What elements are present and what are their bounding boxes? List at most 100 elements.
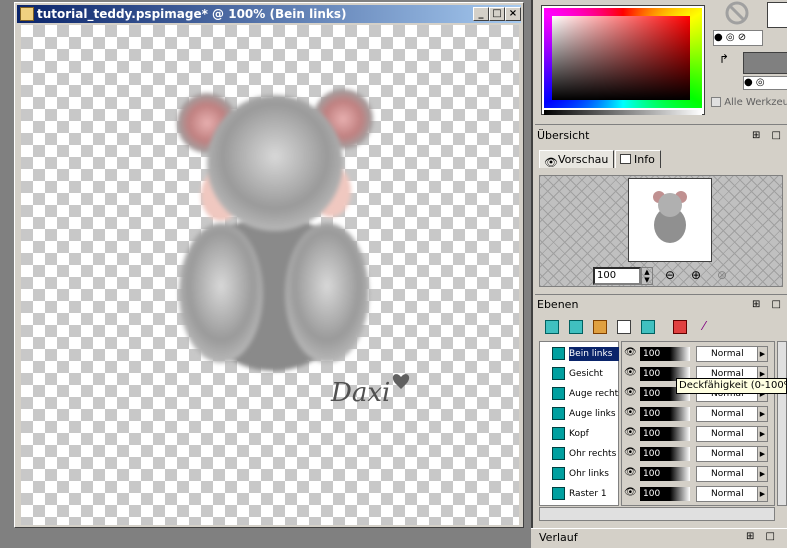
layer-row[interactable]: Kopf [540, 424, 620, 444]
blend-mode-select[interactable]: Normal ▶ [696, 346, 768, 362]
layer-row[interactable]: Gesicht [540, 364, 620, 384]
blend-mode-value: Normal [711, 349, 744, 359]
visibility-eye-icon[interactable]: 👁 [624, 488, 638, 498]
new-raster-layer-icon[interactable] [545, 320, 559, 334]
raster-layer-icon [552, 427, 565, 440]
delete-layer-icon[interactable] [673, 320, 687, 334]
new-group-icon[interactable] [641, 320, 655, 334]
opacity-slider[interactable]: 100 [640, 427, 690, 441]
preview-thumbnail[interactable] [628, 178, 712, 262]
dropdown-arrow-icon[interactable]: ▶ [757, 467, 767, 481]
overview-preview-area[interactable] [539, 175, 783, 287]
blend-mode-select[interactable]: Normal ▶ [696, 486, 768, 502]
dropdown-arrow-icon[interactable]: ▶ [757, 347, 767, 361]
background-swatch[interactable] [743, 52, 787, 74]
all-tools-option[interactable]: Alle Werkzeuge [711, 96, 787, 110]
teddy-artwork: Daxi [177, 89, 410, 408]
layer-row[interactable]: Ohr rechts [540, 444, 620, 464]
edit-selection-icon[interactable]: ⁄ [703, 320, 717, 334]
close-button[interactable]: × [505, 7, 521, 21]
layer-name: Bein links [569, 347, 619, 361]
blend-mode-value: Normal [711, 429, 744, 439]
visibility-eye-icon[interactable]: 👁 [624, 348, 638, 358]
right-leg-shape [285, 223, 369, 363]
minimize-button[interactable]: _ [473, 7, 489, 21]
pan-icon[interactable]: ⊘ [717, 268, 727, 282]
opacity-slider[interactable]: 100 [640, 347, 690, 361]
visibility-eye-icon[interactable]: 👁 [624, 428, 638, 438]
no-color-icon[interactable] [713, 0, 753, 30]
blend-mode-value: Normal [711, 469, 744, 479]
signature-text: Daxi [330, 378, 390, 408]
layer-props-row: 👁 100 Normal ▶ [622, 484, 776, 504]
new-mask-icon[interactable] [617, 320, 631, 334]
color-picker[interactable] [541, 5, 705, 115]
layer-row[interactable]: Ohr links [540, 464, 620, 484]
layer-list[interactable]: Bein links Gesicht Auge rechts Auge link… [539, 341, 619, 506]
new-adjustment-layer-icon[interactable] [593, 320, 607, 334]
layer-row[interactable]: Bein links [540, 344, 620, 364]
dropdown-arrow-icon[interactable]: ▶ [757, 487, 767, 501]
new-vector-layer-icon[interactable] [569, 320, 583, 334]
dropdown-arrow-icon[interactable]: ▶ [757, 407, 767, 421]
overview-title: Übersicht [537, 129, 590, 142]
zoom-spinner[interactable]: ▲ ▼ [641, 267, 653, 285]
foreground-swatch[interactable] [767, 2, 787, 28]
visibility-eye-icon[interactable]: 👁 [624, 408, 638, 418]
layer-row[interactable]: Raster 1 [540, 484, 620, 504]
raster-layer-icon [552, 487, 565, 500]
zoom-in-icon[interactable]: ⊕ [691, 268, 701, 282]
info-icon [620, 154, 631, 164]
layer-props-row: 👁 100 Normal ▶ [622, 424, 776, 444]
saturation-value-square[interactable] [552, 16, 690, 100]
layer-name: Raster 1 [569, 489, 607, 499]
layers-horizontal-scrollbar[interactable] [539, 507, 775, 521]
maximize-button[interactable]: □ [489, 7, 505, 21]
all-tools-checkbox[interactable] [711, 97, 721, 107]
blend-mode-value: Normal [711, 489, 744, 499]
layer-name: Ohr links [569, 469, 609, 479]
layers-panel-controls[interactable]: ⊞ □ [752, 297, 785, 313]
history-panel-header[interactable]: Verlauf ⊞ □ [531, 528, 787, 548]
layer-props-row: 👁 100 Normal ▶ [622, 404, 776, 424]
dropdown-arrow-icon[interactable]: ▶ [757, 447, 767, 461]
raster-layer-icon [552, 467, 565, 480]
layer-name: Ohr rechts [569, 449, 617, 459]
image-window[interactable]: tutorial_teddy.pspimage* @ 100% (Bein li… [14, 2, 524, 528]
image-canvas[interactable]: Daxi [21, 25, 519, 525]
blend-mode-select[interactable]: Normal ▶ [696, 466, 768, 482]
opacity-slider[interactable]: 100 [640, 467, 690, 481]
history-panel-controls[interactable]: ⊞ □ [746, 531, 779, 542]
dropdown-arrow-icon[interactable]: ▶ [757, 427, 767, 441]
raster-layer-icon [552, 367, 565, 380]
tab-preview[interactable]: 👁 Vorschau [539, 150, 615, 169]
layer-name: Auge rechts [569, 389, 619, 399]
opacity-slider[interactable]: 100 [640, 487, 690, 501]
layers-title: Ebenen [537, 298, 579, 311]
blend-mode-select[interactable]: Normal ▶ [696, 426, 768, 442]
opacity-slider[interactable]: 100 [640, 447, 690, 461]
raster-layer-icon [552, 347, 565, 360]
visibility-eye-icon[interactable]: 👁 [624, 468, 638, 478]
blend-mode-select[interactable]: Normal ▶ [696, 406, 768, 422]
visibility-eye-icon[interactable]: 👁 [624, 368, 638, 378]
layers-header[interactable]: Ebenen ⊞ □ [537, 297, 787, 313]
visibility-eye-icon[interactable]: 👁 [624, 388, 638, 398]
layer-row[interactable]: Auge links [540, 404, 620, 424]
zoom-input[interactable]: 100 [593, 267, 641, 285]
layer-properties-list[interactable]: 👁 100 Normal ▶ 👁 100 Normal ▶ 👁 100 Normal ▶ 👁 100… [621, 341, 775, 506]
zoom-out-icon[interactable]: ⊖ [665, 268, 675, 282]
overview-header[interactable]: Übersicht ⊞ □ [537, 128, 787, 144]
material-style-buttons[interactable]: ● ◎ ⊘ [713, 30, 763, 46]
window-titlebar[interactable]: tutorial_teddy.pspimage* @ 100% (Bein li… [17, 5, 521, 23]
tab-info[interactable]: Info [615, 150, 661, 168]
background-style-buttons[interactable]: ● ◎ [743, 76, 787, 90]
layers-vertical-scrollbar[interactable] [777, 341, 787, 506]
layer-row[interactable]: Auge rechts [540, 384, 620, 404]
grayscale-strip[interactable] [544, 110, 702, 115]
visibility-eye-icon[interactable]: 👁 [624, 448, 638, 458]
overview-panel-controls[interactable]: ⊞ □ [752, 128, 785, 144]
blend-mode-select[interactable]: Normal ▶ [696, 446, 768, 462]
swap-colors-icon[interactable]: ↱ [719, 52, 733, 66]
opacity-slider[interactable]: 100 [640, 407, 690, 421]
